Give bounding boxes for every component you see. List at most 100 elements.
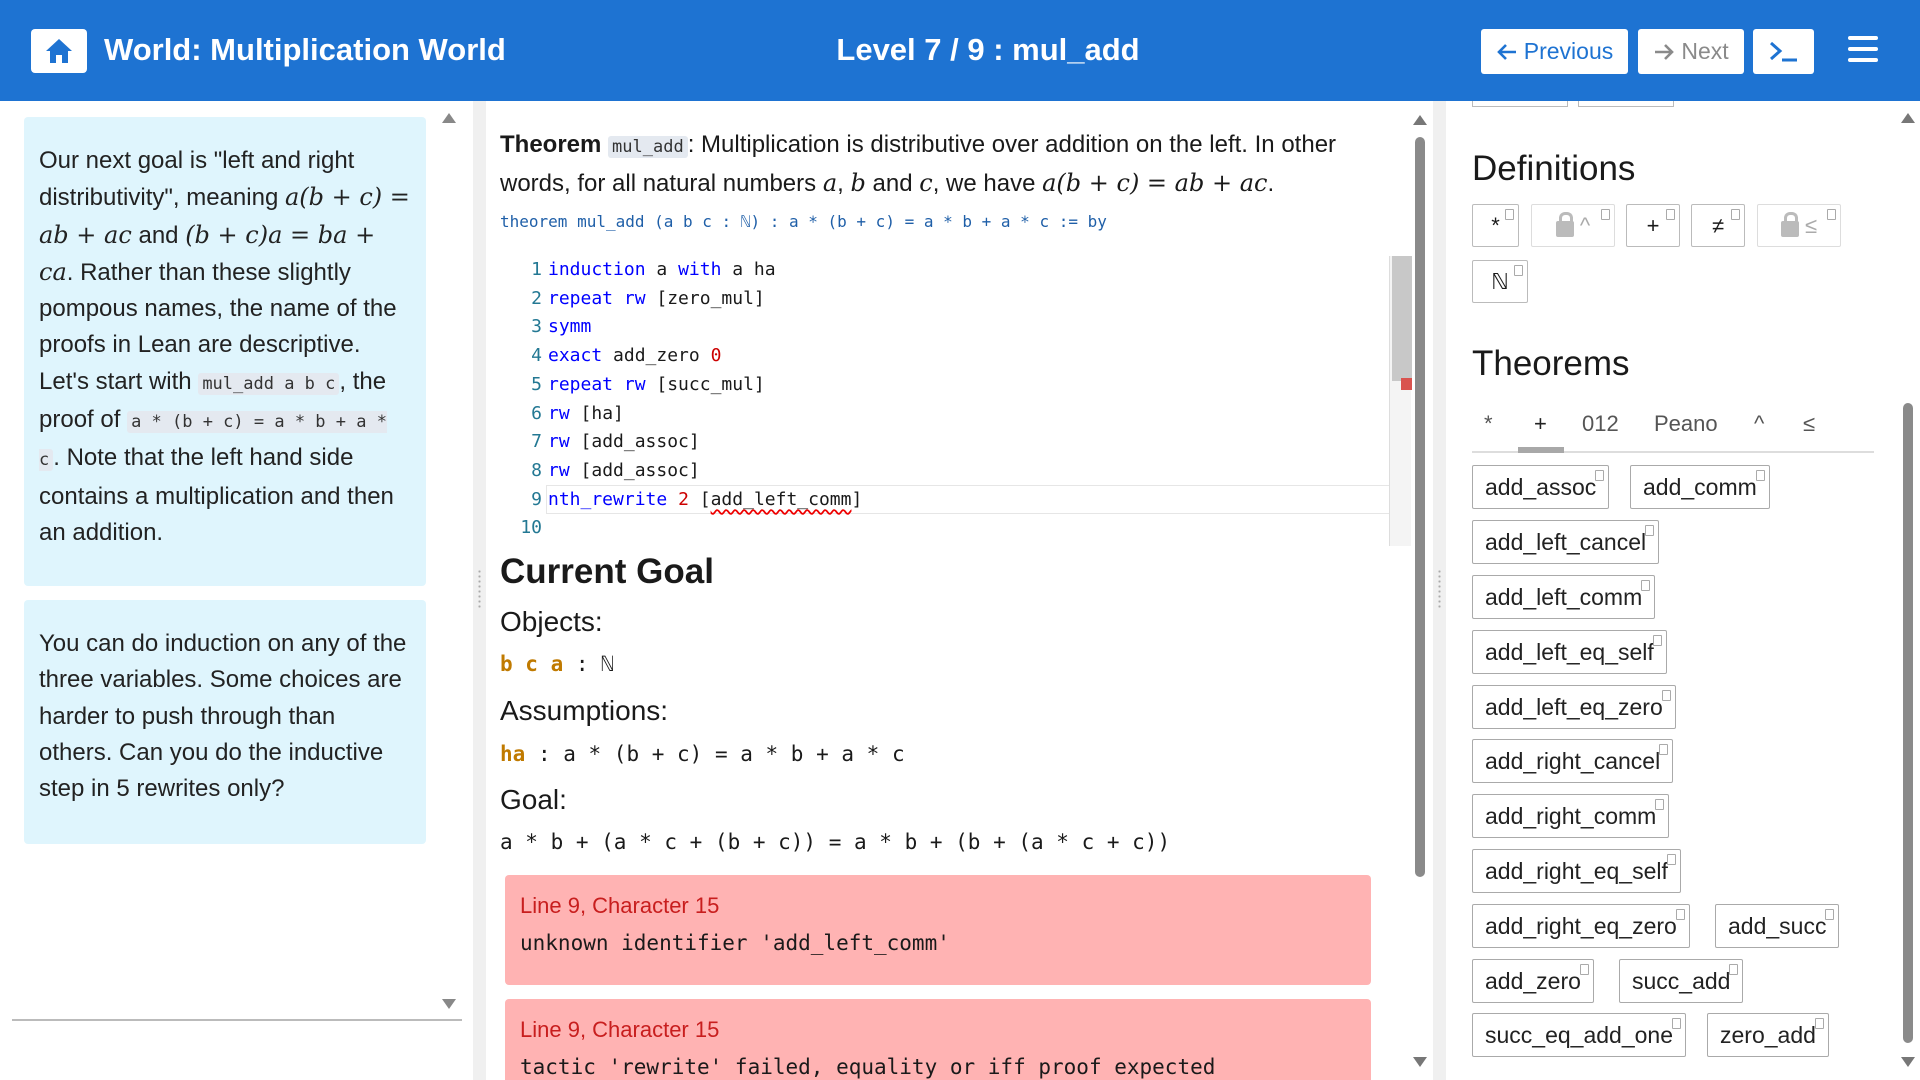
scroll-down-arrow[interactable]: [1413, 1057, 1427, 1067]
assumptions-label: Assumptions:: [500, 695, 669, 726]
theorem-item[interactable]: add_left_comm: [1472, 575, 1656, 619]
definition-item[interactable]: *: [1472, 204, 1519, 247]
clipboard-icon: [1645, 525, 1655, 536]
tab-mul[interactable]: *: [1484, 411, 1493, 437]
current-goal-heading: Current Goal: [500, 552, 714, 591]
editor-line[interactable]: 2 repeat rw [zero_mul]: [500, 285, 765, 314]
math-formula: a(b + c) = ab + ac: [1042, 169, 1268, 197]
definition-item-locked[interactable]: ^: [1531, 204, 1615, 247]
clipboard-icon: [1731, 209, 1740, 220]
clipboard-icon: [1652, 635, 1662, 646]
error-squiggle: add_left_comm: [710, 488, 852, 510]
clipboard-icon: [1827, 209, 1836, 220]
theorem-item[interactable]: add_comm: [1630, 465, 1770, 509]
clipboard-icon: [1595, 470, 1605, 481]
theorem-item[interactable]: add_succ: [1715, 904, 1840, 948]
top-bar: World: Multiplication World Level 7 / 9 …: [0, 0, 1920, 101]
theorem-item[interactable]: add_zero: [1472, 959, 1594, 1003]
theorem-item[interactable]: add_left_cancel: [1472, 520, 1660, 564]
editor-line[interactable]: 10: [500, 514, 548, 543]
editor-line[interactable]: 1 induction a with a ha: [500, 256, 775, 285]
tab-peano[interactable]: Peano: [1654, 411, 1718, 437]
theorem-item[interactable]: add_left_eq_zero: [1472, 685, 1676, 729]
goal-expression: a * b + (a * c + (b + c)) = a * b + (b +…: [500, 830, 1171, 854]
theorem-item[interactable]: add_right_eq_zero: [1472, 904, 1690, 948]
previous-button[interactable]: Previous: [1481, 29, 1628, 74]
editor-line[interactable]: 4 exact add_zero 0: [500, 342, 721, 371]
proof-panel: Theorem mul_add: Multiplication is distr…: [486, 101, 1433, 1080]
clipboard-icon: [1505, 209, 1514, 220]
editor-line[interactable]: 5 repeat rw [succ_mul]: [500, 371, 765, 400]
clipboard-icon: [1601, 209, 1610, 220]
tab-pow[interactable]: ^: [1754, 411, 1764, 437]
hypothesis-line: ha : a * (b + c) = a * b + a * c: [500, 742, 905, 766]
previous-label: Previous: [1523, 38, 1614, 64]
editor-line[interactable]: 6 rw [ha]: [500, 400, 624, 429]
objects-label: Objects:: [500, 606, 603, 637]
hint-message: You can do induction on any of the three…: [24, 600, 426, 844]
arrow-left-icon: [1496, 43, 1516, 60]
clipboard-icon: [1641, 580, 1651, 591]
clipboard-icon: [1666, 209, 1675, 220]
intro-message: Our next goal is "left and right distrib…: [24, 117, 426, 586]
clipboard-icon: [1755, 470, 1765, 481]
menu-icon[interactable]: [1848, 36, 1878, 62]
clipboard-icon: [1729, 964, 1739, 975]
definition-item[interactable]: +: [1626, 204, 1680, 247]
theorem-item[interactable]: succ_add: [1619, 959, 1744, 1003]
editor-scrollbar[interactable]: [1389, 256, 1412, 546]
theorem-statement: Theorem mul_add: Multiplication is distr…: [500, 131, 1337, 197]
theorems-heading: Theorems: [1472, 344, 1630, 383]
clipboard-icon: [1825, 909, 1835, 920]
tab-le[interactable]: ≤: [1803, 411, 1815, 437]
clipboard-icon: [1666, 854, 1676, 865]
theorem-item[interactable]: add_right_cancel: [1472, 739, 1674, 783]
scroll-down-arrow[interactable]: [1901, 1057, 1915, 1067]
definition-item[interactable]: ℕ: [1472, 260, 1528, 303]
error-marker: [1401, 378, 1412, 390]
editor-mode-button[interactable]: [1753, 29, 1814, 74]
inventory-panel: Definitions * ^ + ≠ ≤ ℕ Theorems * + 012…: [1446, 101, 1920, 1080]
definition-item-locked[interactable]: ≤: [1757, 204, 1841, 247]
editor-line[interactable]: 7 rw [add_assoc]: [500, 428, 700, 457]
theorem-item[interactable]: add_right_eq_self: [1472, 849, 1681, 893]
panel-resize-handle[interactable]: [473, 101, 486, 1080]
editor-line[interactable]: 9 nth_rewrite 2 [add_left_comm]: [500, 486, 862, 515]
tab-012[interactable]: 012: [1582, 411, 1619, 437]
scroll-down-arrow[interactable]: [442, 999, 456, 1009]
editor-line[interactable]: 8 rw [add_assoc]: [500, 457, 700, 486]
panel-resize-handle[interactable]: [1433, 101, 1446, 1080]
goal-label: Goal:: [500, 784, 567, 815]
lock-icon: [1555, 211, 1574, 237]
clipboard-icon: [1514, 265, 1523, 276]
scroll-up-arrow[interactable]: [1901, 113, 1915, 123]
definition-item[interactable]: ≠: [1691, 204, 1745, 247]
theorem-item[interactable]: succ_eq_add_one: [1472, 1013, 1686, 1057]
divider: [12, 1019, 462, 1021]
theorem-item[interactable]: add_left_eq_self: [1472, 630, 1667, 674]
theorem-item[interactable]: zero_add: [1707, 1013, 1829, 1057]
editor-line[interactable]: 3 symm: [500, 313, 591, 342]
error-message: Line 9, Character 15 unknown identifier …: [505, 875, 1371, 985]
clipboard-icon: [1661, 690, 1671, 701]
clipboard-icon: [1579, 964, 1589, 975]
next-label: Next: [1681, 38, 1729, 64]
scroll-up-arrow[interactable]: [1413, 115, 1427, 125]
scrollbar-thumb[interactable]: [1415, 137, 1425, 877]
theorem-item[interactable]: add_right_comm: [1472, 794, 1670, 838]
clipboard-icon: [1659, 744, 1669, 755]
next-button[interactable]: Next: [1638, 29, 1744, 74]
inline-code: mul_add a b c: [198, 372, 340, 395]
tab-add[interactable]: +: [1534, 411, 1547, 437]
introduction-panel: Our next goal is "left and right distrib…: [0, 101, 472, 1080]
theorem-item[interactable]: add_assoc: [1472, 465, 1610, 509]
scroll-up-arrow[interactable]: [442, 113, 456, 123]
clipboard-icon: [1814, 1018, 1824, 1029]
scrollbar-thumb[interactable]: [1903, 403, 1913, 1043]
objects-line: b c a : ℕ: [500, 652, 614, 676]
active-tab-indicator: [1518, 447, 1564, 453]
code-editor[interactable]: 1 induction a with a ha 2 repeat rw [zero_…: [500, 256, 1412, 546]
theorem-signature: theorem mul_add (a b c : ℕ) : a * (b + c…: [500, 212, 1107, 231]
clipboard-icon: [1672, 1018, 1681, 1029]
theorem-tabs: * + 012 Peano ^ ≤: [1472, 403, 1874, 453]
